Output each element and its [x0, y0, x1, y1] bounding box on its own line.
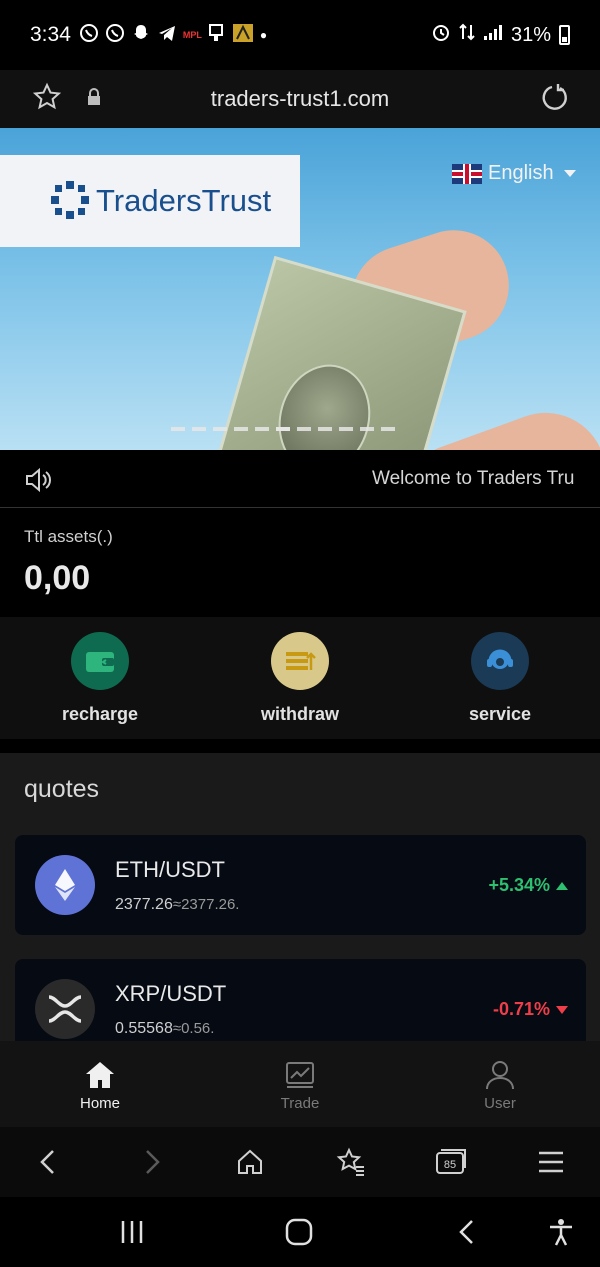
total-assets-panel: Ttl assets(.) 0,00	[0, 509, 600, 617]
app-icon	[208, 23, 226, 48]
user-icon	[486, 1061, 514, 1090]
forward-icon[interactable]	[136, 1147, 166, 1177]
whatsapp-icon	[79, 23, 99, 48]
quote-change: -0.71%	[493, 999, 568, 1020]
battery-percent: 31%	[510, 23, 551, 46]
uk-flag-icon	[452, 163, 482, 184]
quote-card-eth[interactable]: ETH/USDT 2377.26≈2377.26. +5.34%	[15, 835, 586, 935]
home-icon	[86, 1062, 114, 1088]
browser-toolbar: 85	[0, 1127, 600, 1197]
bookmark-star-icon[interactable]	[32, 82, 62, 112]
back-icon[interactable]	[34, 1147, 64, 1177]
browser-url-bar[interactable]: traders-trust1.com	[0, 70, 600, 128]
tab-home[interactable]: Home	[40, 1059, 160, 1112]
announcement-bar: Welcome to Traders Tru	[0, 450, 600, 508]
total-assets-label: Ttl assets(.)	[24, 527, 113, 546]
tab-home-label: Home	[79, 1095, 120, 1112]
carousel-dot[interactable]	[192, 427, 206, 431]
status-time: 3:34	[30, 23, 71, 46]
tab-trade[interactable]: Trade	[240, 1059, 360, 1112]
quote-price: 0.55568≈0.56.	[115, 1020, 215, 1037]
chevron-down-icon	[563, 170, 576, 177]
carousel-dots[interactable]	[171, 427, 395, 431]
banknote-portrait	[266, 353, 383, 450]
carousel-dot[interactable]	[360, 427, 374, 431]
tab-trade-label: Trade	[280, 1095, 320, 1112]
lock-icon[interactable]	[86, 88, 102, 106]
arrow-down-icon	[556, 1005, 568, 1014]
carousel-dot[interactable]	[381, 427, 395, 431]
withdraw-label: withdraw	[260, 704, 339, 724]
tab-user[interactable]: User	[440, 1059, 560, 1112]
back-button-icon[interactable]	[452, 1217, 482, 1247]
quote-price: 2377.26≈2377.26.	[115, 896, 240, 913]
traderstrust-logo-icon	[50, 180, 90, 220]
mpl-icon: MPL	[182, 30, 202, 40]
carousel-dot[interactable]	[255, 427, 269, 431]
quote-pair: ETH/USDT	[115, 857, 225, 882]
tabs-count: 85	[444, 1159, 456, 1171]
status-right: 31%	[431, 22, 570, 48]
data-transfer-icon	[459, 22, 475, 48]
notification-icons: MPL ●	[79, 23, 267, 48]
total-assets-value: 0,00	[24, 559, 91, 597]
speaker-icon	[24, 466, 54, 494]
xrp-icon	[35, 979, 95, 1039]
carousel-dot[interactable]	[318, 427, 332, 431]
system-nav-bar	[0, 1197, 600, 1267]
quick-actions: recharge withdraw service	[0, 617, 600, 739]
bookmarks-icon[interactable]	[336, 1147, 366, 1177]
app-tab-bar: Home Trade User	[0, 1041, 600, 1127]
carousel-dot[interactable]	[276, 427, 290, 431]
service-label: service	[468, 704, 532, 724]
quote-approx: ≈0.56.	[172, 1020, 215, 1037]
quote-change: +5.34%	[488, 875, 568, 896]
carousel-dot[interactable]	[213, 427, 227, 431]
menu-icon[interactable]	[536, 1147, 566, 1177]
carousel-dot[interactable]	[171, 427, 185, 431]
language-selector[interactable]: English	[452, 162, 576, 185]
service-button[interactable]: service	[430, 632, 570, 725]
reload-icon[interactable]	[538, 82, 568, 112]
alarm-icon	[431, 22, 451, 48]
ethereum-icon	[35, 855, 95, 915]
chart-icon	[286, 1062, 314, 1088]
recharge-label: recharge	[61, 704, 139, 724]
quote-approx: ≈2377.26.	[172, 896, 240, 913]
home-button-icon[interactable]	[284, 1217, 314, 1247]
accessibility-icon[interactable]	[546, 1217, 576, 1247]
quotes-title: quotes	[24, 775, 100, 803]
battery-icon	[559, 25, 570, 45]
quote-card-xrp[interactable]: XRP/USDT 0.55568≈0.56. -0.71%	[15, 959, 586, 1041]
arrow-up-icon	[556, 881, 568, 890]
quotes-section: quotes ETH/USDT 2377.26≈2377.26. +5.34% …	[0, 753, 600, 1041]
tab-user-label: User	[484, 1095, 516, 1112]
dot-icon: ●	[259, 28, 268, 42]
carousel-dot[interactable]	[234, 427, 248, 431]
withdraw-icon	[271, 632, 329, 690]
hero-banner[interactable]: TradersTrust English	[0, 128, 600, 450]
carousel-dot[interactable]	[297, 427, 311, 431]
telegram-icon	[157, 23, 177, 48]
announcement-text: Welcome to Traders Tru	[372, 468, 575, 489]
tabs-icon[interactable]: 85	[434, 1147, 468, 1177]
withdraw-button[interactable]: withdraw	[230, 632, 370, 725]
headset-icon	[471, 632, 529, 690]
whatsapp-icon	[105, 23, 125, 48]
recent-apps-icon[interactable]	[117, 1217, 147, 1247]
wallet-icon	[71, 632, 129, 690]
snapchat-icon	[131, 23, 151, 48]
carousel-dot[interactable]	[339, 427, 353, 431]
language-label: English	[488, 162, 554, 184]
brand-name: TradersTrust	[96, 183, 272, 218]
recharge-button[interactable]: recharge	[30, 632, 170, 725]
signal-icon	[483, 23, 503, 47]
browser-home-icon[interactable]	[235, 1147, 265, 1177]
app-icon	[232, 23, 254, 48]
quote-pair: XRP/USDT	[115, 981, 227, 1006]
status-bar: 3:34 MPL ● 31%	[0, 0, 600, 70]
